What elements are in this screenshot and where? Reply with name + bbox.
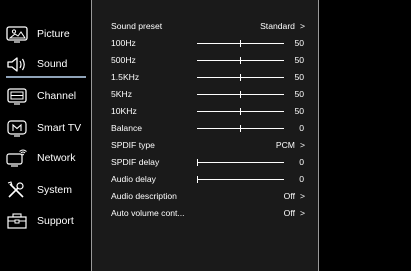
sidebar-item-smart-tv[interactable]: Smart TV — [6, 115, 90, 141]
setting-label: Sound preset — [111, 21, 163, 31]
slider-knob[interactable] — [240, 40, 241, 47]
slider-knob[interactable] — [240, 91, 241, 98]
setting-label: SPDIF type — [111, 140, 155, 150]
chevron-right-icon: > — [299, 140, 305, 150]
setting-value: 0 — [299, 123, 304, 133]
setting-eq-5khz[interactable]: 5KHz 50 — [111, 87, 311, 103]
setting-spdif-delay[interactable]: SPDIF delay 0 — [111, 155, 311, 171]
support-toolbox-icon — [6, 212, 28, 230]
sidebar-item-label: System — [37, 184, 73, 196]
picture-icon — [6, 25, 28, 43]
tv-menu-panel: Picture Sound Channel Smart TV Network S… — [0, 0, 411, 271]
setting-audio-delay[interactable]: Audio delay 0 — [111, 172, 311, 188]
slider-track[interactable] — [197, 57, 284, 64]
setting-value: Standard — [260, 21, 295, 31]
active-item-underline — [6, 76, 86, 78]
slider-knob[interactable] — [240, 57, 241, 64]
sidebar-item-label: Smart TV — [37, 122, 82, 134]
setting-label: 100Hz — [111, 38, 136, 48]
setting-label: 500Hz — [111, 55, 136, 65]
sidebar-item-label: Network — [37, 152, 76, 164]
setting-label: 1.5KHz — [111, 72, 140, 82]
slider-track[interactable] — [197, 40, 284, 47]
chevron-right-icon: > — [299, 191, 305, 201]
setting-eq-10khz[interactable]: 10KHz 50 — [111, 104, 311, 120]
setting-eq-500hz[interactable]: 500Hz 50 — [111, 53, 311, 69]
slider-knob[interactable] — [197, 176, 198, 183]
chevron-right-icon: > — [299, 21, 305, 31]
sidebar-item-picture[interactable]: Picture — [6, 21, 90, 47]
setting-balance[interactable]: Balance 0 — [111, 121, 311, 137]
setting-eq-100hz[interactable]: 100Hz 50 — [111, 36, 311, 52]
screen: Picture Sound Channel Smart TV Network S… — [0, 0, 420, 276]
sidebar-item-label: Channel — [37, 90, 77, 102]
setting-eq-1-5khz[interactable]: 1.5KHz 50 — [111, 70, 311, 86]
sidebar-item-label: Sound — [37, 58, 68, 70]
sidebar-item-label: Picture — [37, 28, 70, 40]
slider-track[interactable] — [197, 125, 284, 132]
speaker-icon — [6, 55, 28, 73]
setting-value: 50 — [294, 106, 304, 116]
channel-icon — [6, 87, 28, 105]
setting-label: Audio delay — [111, 174, 156, 184]
chevron-right-icon: > — [299, 208, 305, 218]
network-icon — [6, 149, 28, 167]
sidebar-item-sound[interactable]: Sound — [6, 51, 90, 77]
setting-value: 50 — [294, 72, 304, 82]
setting-value: 50 — [294, 38, 304, 48]
sidebar-item-system[interactable]: System — [6, 177, 90, 203]
sidebar-item-network[interactable]: Network — [6, 145, 90, 171]
setting-value: Off — [283, 208, 295, 218]
sidebar-item-channel[interactable]: Channel — [6, 83, 90, 109]
setting-value: 50 — [294, 55, 304, 65]
setting-value: 0 — [299, 174, 304, 184]
sidebar: Picture Sound Channel Smart TV Network S… — [0, 0, 90, 271]
slider-track[interactable] — [197, 74, 284, 81]
slider-track[interactable] — [197, 91, 284, 98]
right-pane — [319, 0, 411, 271]
setting-audio-description[interactable]: Audio description Off > — [111, 189, 311, 205]
slider-knob[interactable] — [240, 108, 241, 115]
slider-knob[interactable] — [240, 125, 241, 132]
setting-value: 50 — [294, 89, 304, 99]
setting-label: SPDIF delay — [111, 157, 160, 167]
sound-settings-list: Sound preset Standard > 100Hz 50 500Hz 50… — [92, 0, 318, 271]
setting-label: Auto volume cont... — [111, 208, 185, 218]
setting-label: Balance — [111, 123, 143, 133]
smart-tv-icon — [6, 119, 28, 137]
setting-value: Off — [283, 191, 295, 201]
slider-knob[interactable] — [240, 74, 241, 81]
setting-value: 0 — [299, 157, 304, 167]
setting-label: 5KHz — [111, 89, 133, 99]
setting-value: PCM — [275, 140, 295, 150]
setting-label: Audio description — [111, 191, 177, 201]
setting-label: 10KHz — [111, 106, 137, 116]
slider-knob[interactable] — [197, 159, 198, 166]
system-tools-icon — [6, 181, 28, 199]
sidebar-item-support[interactable]: Support — [6, 208, 90, 234]
setting-spdif-type[interactable]: SPDIF type PCM > — [111, 138, 311, 154]
sidebar-item-label: Support — [37, 215, 74, 227]
slider-track[interactable] — [197, 108, 284, 115]
setting-auto-volume-control[interactable]: Auto volume cont... Off > — [111, 206, 311, 222]
slider-track[interactable] — [197, 159, 284, 166]
setting-sound-preset[interactable]: Sound preset Standard > — [111, 19, 311, 35]
slider-track[interactable] — [197, 176, 284, 183]
